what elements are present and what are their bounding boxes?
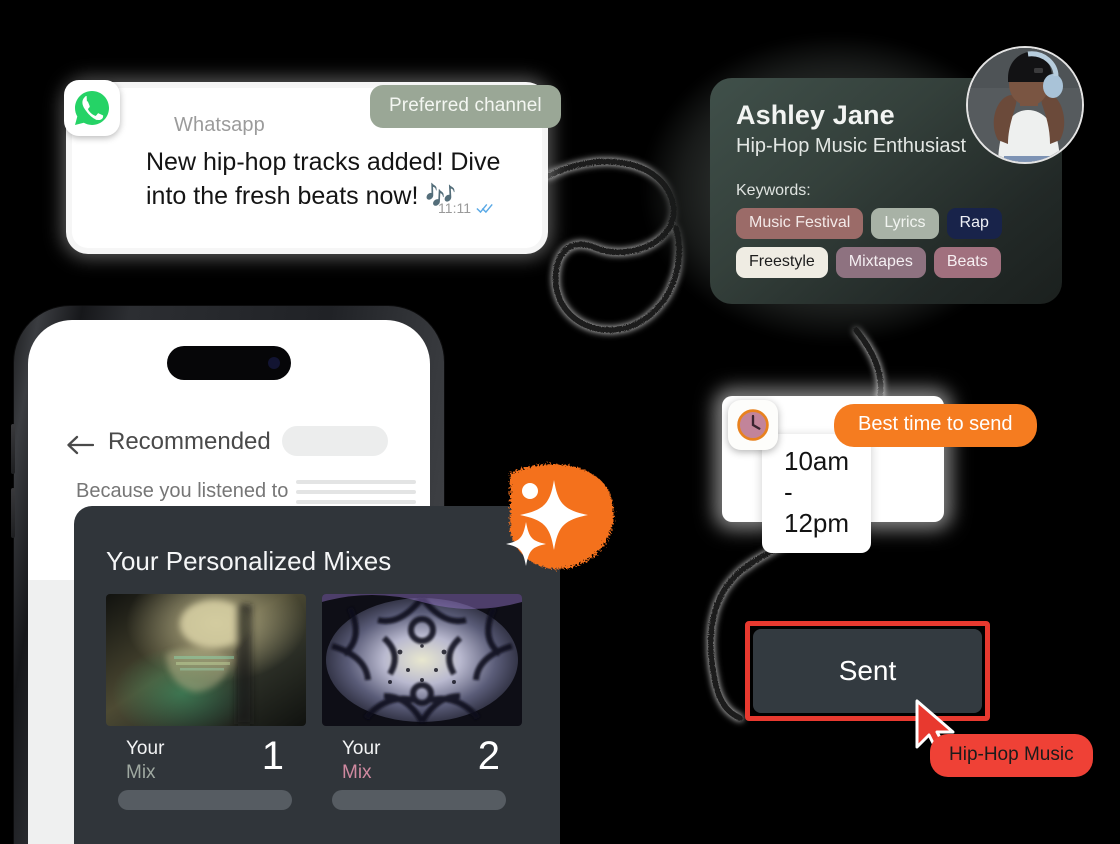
mix-line2: Mix <box>342 762 372 783</box>
arrow-left-icon[interactable] <box>66 434 94 456</box>
front-camera-icon <box>268 357 280 369</box>
mix-item[interactable]: Your Mix 2 <box>322 594 522 790</box>
canvas-root: Ashley Jane Hip-Hop Music Enthusiast Key… <box>0 0 1120 844</box>
preferred-channel-badge[interactable]: Preferred channel <box>370 85 561 128</box>
mix-line1: Your <box>342 738 381 759</box>
screen-subtitle: Because you listened to <box>76 480 289 502</box>
screen-placeholder-pill[interactable] <box>282 426 388 456</box>
page-title: Recommended <box>108 428 271 455</box>
profile-role: Hip-Hop Music Enthusiast <box>736 135 967 157</box>
profile-card-surface: Ashley Jane Hip-Hop Music Enthusiast Key… <box>710 46 1084 304</box>
personalized-mixes-card: Your Personalized Mixes Your Mix 1 Your … <box>74 506 560 844</box>
blurred-concert-photo <box>106 594 306 726</box>
ai-sparkles-icon <box>506 463 614 570</box>
notification-timestamp: 11:11 <box>438 200 471 216</box>
best-time-badge[interactable]: Best time to send <box>834 404 1037 447</box>
profile-name: Ashley Jane <box>736 100 895 130</box>
mix-progress-bar[interactable] <box>118 790 292 810</box>
keyword-tag[interactable]: Mixtapes <box>835 247 926 278</box>
avatar-photo <box>968 48 1082 162</box>
mix-line2: Mix <box>126 762 156 783</box>
profile-card[interactable]: Ashley Jane Hip-Hop Music Enthusiast Key… <box>642 34 1084 344</box>
best-time-value: 10am - 12pm <box>762 434 872 553</box>
keyword-tag[interactable]: Rap <box>946 208 1002 239</box>
double-check-icon <box>476 203 493 214</box>
mix-item[interactable]: Your Mix 1 <box>106 594 306 790</box>
keyword-tag[interactable]: Lyrics <box>871 208 939 239</box>
mixes-title: Your Personalized Mixes <box>106 546 392 576</box>
skeleton-line <box>296 480 416 484</box>
phone-volume-down-button[interactable] <box>11 488 15 538</box>
keyword-tag-list: Music Festival Lyrics Rap Freestyle Mixtapes… <box>736 208 1050 278</box>
clock-icon <box>728 400 778 450</box>
hip-hop-music-tag[interactable]: Hip-Hop Music <box>930 734 1093 777</box>
notification-footer: 11:11 <box>438 200 494 216</box>
phone-volume-up-button[interactable] <box>11 424 15 474</box>
skeleton-line <box>296 490 416 494</box>
mix-meta: Your Mix 2 <box>322 734 522 790</box>
mix-thumbnail <box>106 594 306 726</box>
mix-thumbnail <box>322 594 522 726</box>
fractal-artwork <box>322 594 522 726</box>
keyword-tag[interactable]: Beats <box>933 247 1001 278</box>
phone-notch <box>167 346 291 380</box>
whatsapp-icon <box>64 80 120 136</box>
keyword-tag[interactable]: Freestyle <box>736 247 828 278</box>
keyword-tag[interactable]: Music Festival <box>736 208 864 239</box>
mix-number: 1 <box>261 734 284 778</box>
notification-app-name: Whatsapp <box>174 114 265 136</box>
mix-meta: Your Mix 1 <box>106 734 306 790</box>
mix-number: 2 <box>477 734 500 778</box>
mix-line1: Your <box>126 738 165 759</box>
mix-progress-bar[interactable] <box>332 790 506 810</box>
skeleton-line <box>296 500 416 504</box>
avatar <box>966 46 1084 164</box>
keywords-label: Keywords: <box>736 182 811 199</box>
